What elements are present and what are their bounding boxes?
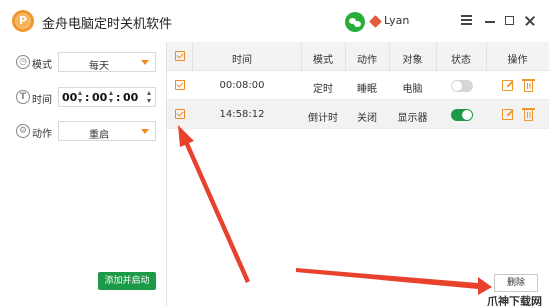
header-time: 时间: [232, 55, 252, 66]
header-mode: 模式: [313, 55, 333, 66]
row-mode: 倒计时: [308, 113, 338, 124]
hour-spinner[interactable]: [78, 91, 83, 104]
minute-spinner[interactable]: [109, 91, 114, 104]
row-checkbox[interactable]: [175, 80, 185, 90]
action-select[interactable]: 重启: [58, 121, 156, 141]
chevron-down-icon: [141, 129, 149, 134]
app-logo-icon: P: [12, 10, 34, 32]
second-spinner[interactable]: [147, 91, 152, 104]
row-action: 睡眠: [357, 84, 377, 95]
action-value: 重启: [89, 130, 109, 141]
annotation-arrow-2: [296, 268, 492, 295]
time-label: 时间: [32, 95, 52, 106]
wechat-icon[interactable]: [345, 12, 365, 32]
edit-icon[interactable]: [502, 109, 514, 120]
user-name[interactable]: Lyan: [384, 14, 409, 27]
status-toggle[interactable]: [451, 80, 473, 92]
edit-icon[interactable]: [502, 80, 514, 91]
time-second[interactable]: 00: [123, 91, 138, 104]
row-mode: 定时: [313, 84, 333, 95]
app-title: 金舟电脑定时关机软件: [42, 17, 173, 32]
trash-icon[interactable]: [522, 108, 535, 121]
select-all-checkbox[interactable]: [175, 51, 185, 61]
trash-icon[interactable]: [522, 79, 535, 92]
table-row[interactable]: 14:58:12 倒计时 关闭 显示器: [167, 100, 549, 129]
header-action: 动作: [357, 55, 377, 66]
table-header: 时间 模式 动作 对象 状态 操作: [167, 42, 549, 71]
mode-value: 每天: [89, 61, 109, 72]
add-and-start-button[interactable]: 添加并启动: [98, 272, 156, 290]
mode-select[interactable]: 每天: [58, 52, 156, 72]
app-logo-letter: P: [18, 14, 28, 27]
maximize-icon[interactable]: [502, 12, 518, 28]
time-hour[interactable]: 00: [62, 91, 77, 104]
delete-button[interactable]: 删除: [494, 274, 538, 292]
action-label: 动作: [32, 129, 52, 140]
row-target: 显示器: [397, 113, 428, 124]
action-icon: ⚙: [16, 124, 30, 138]
row-time: 00:08:00: [219, 80, 265, 91]
mode-label: 模式: [32, 60, 52, 71]
table-row[interactable]: 00:08:00 定时 睡眠 电脑: [167, 71, 549, 100]
title-bar: P 金舟电脑定时关机软件 Lyan: [0, 0, 554, 42]
user-badge-icon: [369, 15, 382, 28]
row-time: 14:58:12: [219, 109, 265, 120]
status-toggle[interactable]: [451, 109, 473, 121]
time-minute[interactable]: 00: [92, 91, 107, 104]
time-input[interactable]: 00 : 00 : 00: [58, 87, 156, 107]
row-action: 关闭: [357, 113, 377, 124]
header-status: 状态: [451, 55, 471, 66]
header-operation: 操作: [507, 55, 528, 66]
header-target: 对象: [402, 55, 423, 66]
close-icon[interactable]: [522, 12, 538, 28]
minimize-icon[interactable]: [482, 12, 498, 28]
clock-icon: ◷: [16, 55, 30, 69]
menu-icon[interactable]: [459, 12, 475, 28]
time-icon: T: [16, 90, 30, 104]
annotation-arrow-1: [178, 125, 250, 283]
row-target: 电脑: [402, 84, 423, 95]
chevron-down-icon: [141, 60, 149, 65]
row-checkbox[interactable]: [175, 109, 185, 119]
watermark: 爪神下载网: [487, 295, 542, 306]
settings-panel: ◷ 模式 每天 T 时间 00 : 00 : 00 ⚙ 动作 重启 添加并启动: [0, 42, 166, 306]
